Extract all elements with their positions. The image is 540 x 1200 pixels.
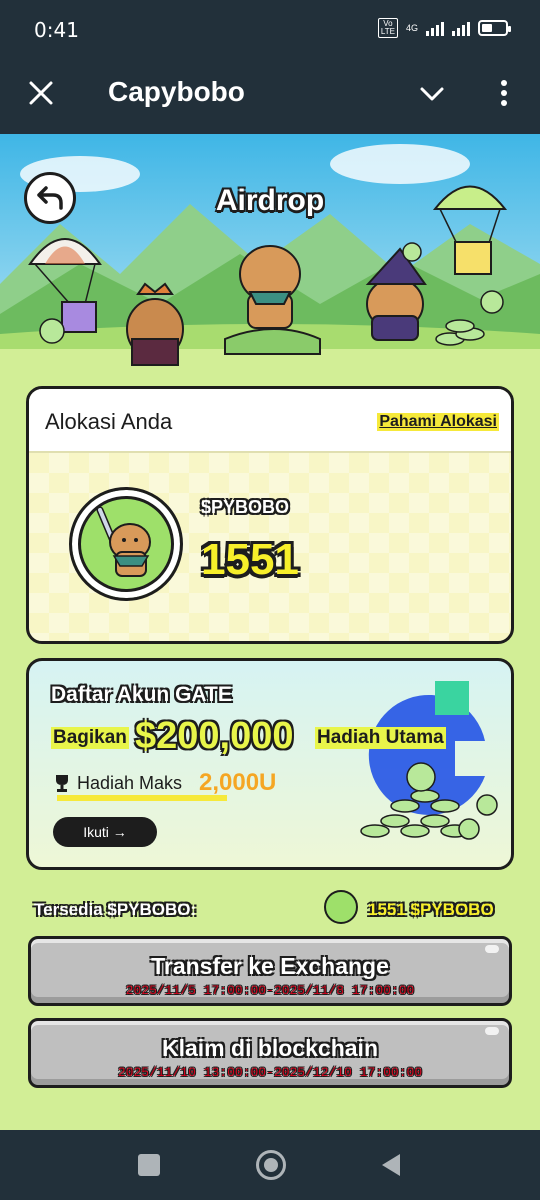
status-time: 0:41 [34, 18, 79, 42]
allocation-card: Alokasi Anda Pahami Alokasi $PYBOBO 1551 [26, 386, 514, 644]
airdrop-page: Airdrop Alokasi Anda Pahami Alokasi $PYB… [0, 134, 540, 1130]
status-icons: Vo LTE 4G [377, 18, 511, 38]
volte-icon: Vo LTE [377, 18, 398, 38]
page-title: Airdrop [215, 184, 325, 217]
app-title: Capybobo [108, 76, 245, 107]
available-value: 1551 $PYBOBO [368, 900, 494, 919]
trophy-icon [56, 775, 68, 792]
home-icon[interactable] [256, 1150, 286, 1180]
signal-icon [426, 20, 444, 36]
token-name: $PYBOBO [201, 497, 290, 517]
max-prize-value: 2,000U [199, 769, 277, 796]
gate-promo-banner[interactable]: Daftar Akun GATE Bagikan $200,000 Hadiah… [26, 658, 514, 870]
system-nav-bar [0, 1130, 540, 1200]
signal-icon-2 [452, 20, 470, 36]
token-avatar [69, 487, 183, 601]
allocation-header: Alokasi Anda Pahami Alokasi [29, 389, 511, 453]
transfer-label: Transfer ke Exchange [151, 953, 389, 979]
battery-icon [478, 20, 511, 36]
max-prize-label: Hadiah Maks [77, 773, 183, 793]
gate-prize-amount: $200,000 [135, 715, 294, 757]
claim-time-window: 2025/11/10 13:00:00-2025/12/10 17:00:00 [117, 1065, 423, 1080]
app-title-bar: Capybobo [0, 58, 540, 134]
pybobo-coin-icon [324, 890, 358, 924]
chevron-down-icon[interactable] [418, 80, 446, 108]
allocation-title: Alokasi Anda [45, 409, 173, 434]
understand-allocation-link[interactable]: Pahami Alokasi [377, 413, 499, 431]
allocation-body: $PYBOBO 1551 [29, 453, 511, 641]
gate-banner-title: Daftar Akun GATE [51, 683, 232, 706]
claim-onchain-button[interactable]: Klaim di blockchain 2025/11/10 13:00:00-… [28, 1018, 512, 1088]
transfer-time-window: 2025/11/5 17:00:00-2025/11/8 17:00:00 [125, 983, 415, 998]
hero-illustration [0, 134, 540, 394]
more-vertical-icon[interactable] [494, 78, 514, 108]
gate-prize-label: Hadiah Utama [315, 727, 446, 749]
gate-logo-coins [360, 681, 498, 840]
close-icon[interactable] [26, 78, 56, 108]
gate-share-label: Bagikan [51, 727, 129, 749]
available-label: Tersedia $PYBOBO: [34, 900, 197, 919]
capybara-knight-icon [96, 506, 151, 577]
transfer-to-exchange-button[interactable]: Transfer ke Exchange 2025/11/5 17:00:00-… [28, 936, 512, 1006]
allocation-amount: 1551 [201, 535, 299, 584]
follow-button[interactable]: Ikuti → [53, 817, 157, 847]
nav-back-icon[interactable] [382, 1154, 400, 1176]
claim-label: Klaim di blockchain [162, 1035, 378, 1061]
network-type: 4G [405, 23, 418, 33]
status-bar: 0:41 Vo LTE 4G [0, 0, 540, 58]
recents-icon[interactable] [138, 1154, 160, 1176]
